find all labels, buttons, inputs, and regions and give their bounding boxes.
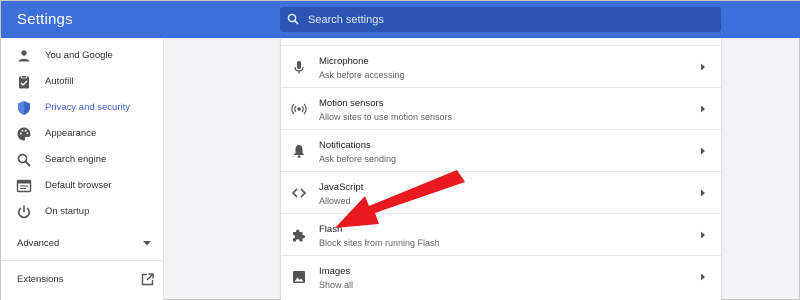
sidebar-item-privacy-and-security[interactable]: Privacy and security (1, 95, 164, 121)
setting-row-microphone[interactable]: Microphone Ask before accessing (281, 45, 721, 87)
setting-subtitle: Block sites from running Flash (319, 238, 440, 248)
search-input[interactable] (308, 7, 708, 32)
sidebar-item-search-engine[interactable]: Search engine (1, 147, 164, 173)
chevron-right-icon (701, 189, 705, 197)
annotation-arrow (335, 170, 465, 228)
setting-row-motion-sensors[interactable]: Motion sensors Allow sites to use motion… (281, 87, 721, 129)
sidebar-divider (1, 260, 164, 261)
setting-row-notifications[interactable]: Notifications Ask before sending (281, 129, 721, 171)
setting-row-images[interactable]: Images Show all (281, 255, 721, 297)
sidebar-item-default-browser[interactable]: Default browser (1, 173, 164, 199)
chevron-right-icon (701, 63, 705, 71)
sidebar-item-label: On startup (45, 206, 90, 217)
setting-subtitle: Ask before sending (319, 154, 397, 164)
chevron-right-icon (701, 273, 705, 281)
open-in-new-icon (141, 273, 154, 286)
image-icon (293, 271, 305, 283)
search-icon (287, 13, 299, 25)
advanced-section-toggle[interactable]: Advanced (1, 235, 164, 255)
sensors-icon (291, 103, 307, 115)
sidebar-item-label: Privacy and security (45, 102, 131, 113)
sidebar-item-label: Appearance (45, 128, 97, 139)
chevron-right-icon (701, 105, 705, 113)
code-icon (291, 188, 307, 198)
setting-subtitle: Ask before accessing (319, 70, 405, 80)
sidebar-item-appearance[interactable]: Appearance (1, 121, 164, 147)
shield-icon (18, 101, 30, 115)
sidebar-item-label: Default browser (45, 180, 112, 191)
setting-subtitle: Show all (319, 280, 354, 290)
sidebar: You and Google Autofill Privacy and secu… (1, 38, 164, 300)
clipboard-icon (19, 75, 29, 89)
search-box[interactable] (280, 7, 721, 32)
bell-icon (294, 145, 304, 158)
sidebar-item-autofill[interactable]: Autofill (1, 69, 164, 95)
puzzle-icon (293, 229, 305, 242)
microphone-icon (294, 61, 304, 74)
browser-icon (16, 179, 32, 193)
caret-down-icon (143, 241, 151, 246)
advanced-label: Advanced (17, 238, 60, 249)
sidebar-item-label: Autofill (45, 76, 74, 87)
sidebar-item-label: Search engine (45, 154, 107, 165)
palette-icon (17, 127, 31, 141)
setting-title: Microphone (319, 56, 369, 67)
setting-title: Images (319, 266, 351, 277)
top-bar: Settings (1, 1, 800, 38)
page-title: Settings (17, 11, 73, 28)
setting-title: Notifications (319, 140, 371, 151)
power-icon (18, 205, 30, 219)
chevron-right-icon (701, 231, 705, 239)
sidebar-item-label: You and Google (45, 50, 113, 61)
sidebar-item-extensions[interactable]: Extensions (1, 270, 164, 290)
sidebar-item-on-startup[interactable]: On startup (1, 199, 164, 225)
setting-subtitle: Allow sites to use motion sensors (319, 112, 453, 122)
extensions-label: Extensions (17, 274, 64, 285)
person-icon (18, 50, 30, 62)
setting-title: Motion sensors (319, 98, 384, 109)
chevron-right-icon (701, 147, 705, 155)
search-icon (17, 153, 31, 167)
sidebar-item-you-and-google[interactable]: You and Google (1, 43, 164, 69)
